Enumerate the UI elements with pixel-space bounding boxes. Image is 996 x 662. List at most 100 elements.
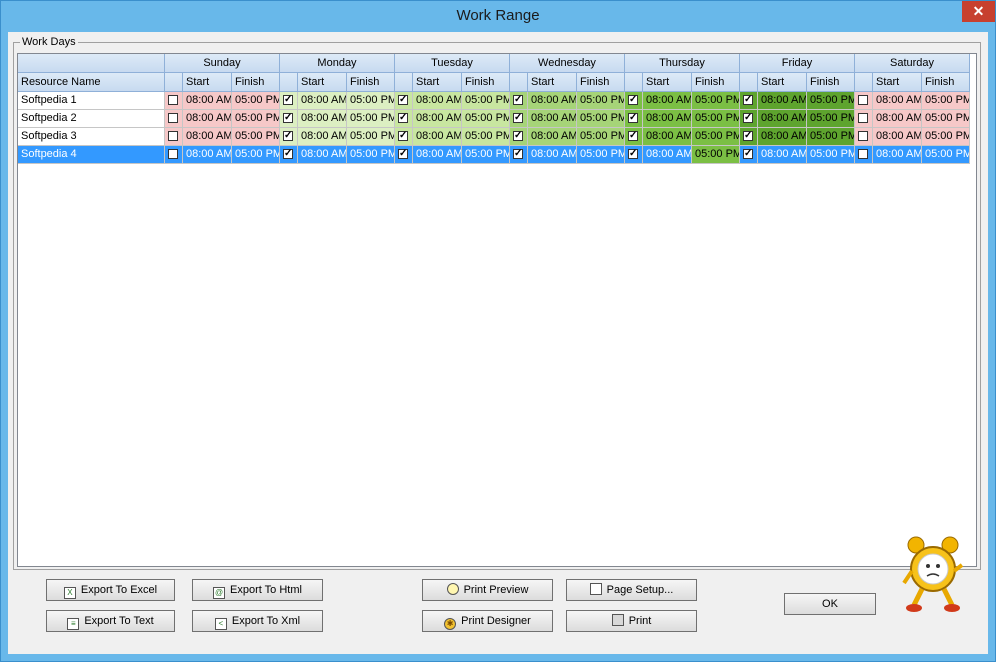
day-enabled-checkbox[interactable]: ✓ <box>628 149 638 159</box>
day-enabled-checkbox[interactable] <box>168 113 178 123</box>
start-column-header[interactable]: Start <box>413 73 462 92</box>
finish-time-cell[interactable]: 05:00 PM <box>692 110 740 128</box>
start-time-cell[interactable]: 08:00 AM <box>758 146 807 164</box>
finish-time-cell[interactable]: 05:00 PM <box>692 146 740 164</box>
start-time-cell[interactable]: 08:00 AM <box>413 92 462 110</box>
day-enabled-checkbox[interactable]: ✓ <box>283 113 293 123</box>
ok-button[interactable]: OK <box>784 593 876 615</box>
start-time-cell[interactable]: 08:00 AM <box>183 92 232 110</box>
finish-time-cell[interactable]: 05:00 PM <box>232 110 280 128</box>
day-enabled-checkbox[interactable] <box>858 113 868 123</box>
day-enabled-checkbox[interactable]: ✓ <box>743 113 753 123</box>
finish-time-cell[interactable]: 05:00 PM <box>462 128 510 146</box>
finish-time-cell[interactable]: 05:00 PM <box>577 110 625 128</box>
export-to-html-button[interactable]: @ Export To Html <box>192 579 323 601</box>
finish-time-cell[interactable]: 05:00 PM <box>922 128 970 146</box>
start-time-cell[interactable]: 08:00 AM <box>298 146 347 164</box>
start-time-cell[interactable]: 08:00 AM <box>873 110 922 128</box>
day-enabled-checkbox[interactable]: ✓ <box>283 95 293 105</box>
day-header-tuesday[interactable]: Tuesday <box>395 54 510 73</box>
start-time-cell[interactable]: 08:00 AM <box>298 110 347 128</box>
finish-time-cell[interactable]: 05:00 PM <box>922 92 970 110</box>
finish-time-cell[interactable]: 05:00 PM <box>922 146 970 164</box>
print-preview-button[interactable]: Print Preview <box>422 579 553 601</box>
day-enabled-checkbox[interactable]: ✓ <box>398 113 408 123</box>
finish-time-cell[interactable]: 05:00 PM <box>232 92 280 110</box>
start-time-cell[interactable]: 08:00 AM <box>528 110 577 128</box>
finish-time-cell[interactable]: 05:00 PM <box>462 92 510 110</box>
resource-name-cell[interactable]: Softpedia 2 <box>18 110 165 128</box>
day-header-monday[interactable]: Monday <box>280 54 395 73</box>
table-row[interactable]: Softpedia 4 08:00 AM 05:00 PM ✓ 08:00 AM 05:0… <box>18 146 976 164</box>
day-enabled-checkbox[interactable]: ✓ <box>513 95 523 105</box>
finish-time-cell[interactable]: 05:00 PM <box>807 110 855 128</box>
day-enabled-checkbox[interactable] <box>858 149 868 159</box>
start-time-cell[interactable]: 08:00 AM <box>758 128 807 146</box>
start-time-cell[interactable]: 08:00 AM <box>643 92 692 110</box>
finish-time-cell[interactable]: 05:00 PM <box>347 92 395 110</box>
resource-name-header[interactable]: Resource Name <box>18 73 165 92</box>
finish-time-cell[interactable]: 05:00 PM <box>232 146 280 164</box>
day-enabled-checkbox[interactable]: ✓ <box>743 95 753 105</box>
export-to-text-button[interactable]: ≡ Export To Text <box>46 610 175 632</box>
day-header-sunday[interactable]: Sunday <box>165 54 280 73</box>
finish-time-cell[interactable]: 05:00 PM <box>347 128 395 146</box>
day-enabled-checkbox[interactable] <box>168 95 178 105</box>
day-enabled-checkbox[interactable]: ✓ <box>513 131 523 141</box>
day-header-thursday[interactable]: Thursday <box>625 54 740 73</box>
start-time-cell[interactable]: 08:00 AM <box>758 92 807 110</box>
finish-column-header[interactable]: Finish <box>347 73 395 92</box>
day-enabled-checkbox[interactable] <box>858 131 868 141</box>
finish-time-cell[interactable]: 05:00 PM <box>807 146 855 164</box>
finish-time-cell[interactable]: 05:00 PM <box>577 92 625 110</box>
export-to-excel-button[interactable]: X Export To Excel <box>46 579 175 601</box>
finish-time-cell[interactable]: 05:00 PM <box>347 146 395 164</box>
finish-time-cell[interactable]: 05:00 PM <box>807 92 855 110</box>
start-column-header[interactable]: Start <box>298 73 347 92</box>
start-column-header[interactable]: Start <box>528 73 577 92</box>
day-enabled-checkbox[interactable]: ✓ <box>398 131 408 141</box>
start-time-cell[interactable]: 08:00 AM <box>873 146 922 164</box>
finish-time-cell[interactable]: 05:00 PM <box>462 110 510 128</box>
day-enabled-checkbox[interactable] <box>168 131 178 141</box>
start-time-cell[interactable]: 08:00 AM <box>528 146 577 164</box>
day-enabled-checkbox[interactable]: ✓ <box>283 149 293 159</box>
day-enabled-checkbox[interactable]: ✓ <box>743 149 753 159</box>
resource-name-cell[interactable]: Softpedia 3 <box>18 128 165 146</box>
start-time-cell[interactable]: 08:00 AM <box>643 110 692 128</box>
day-enabled-checkbox[interactable]: ✓ <box>628 113 638 123</box>
table-row[interactable]: Softpedia 3 08:00 AM 05:00 PM ✓ 08:00 AM 05:0… <box>18 128 976 146</box>
day-enabled-checkbox[interactable]: ✓ <box>513 149 523 159</box>
start-column-header[interactable]: Start <box>183 73 232 92</box>
finish-column-header[interactable]: Finish <box>462 73 510 92</box>
day-enabled-checkbox[interactable]: ✓ <box>398 149 408 159</box>
day-enabled-checkbox[interactable]: ✓ <box>513 113 523 123</box>
table-row[interactable]: Softpedia 2 08:00 AM 05:00 PM ✓ 08:00 AM 05:0… <box>18 110 976 128</box>
finish-column-header[interactable]: Finish <box>922 73 970 92</box>
day-enabled-checkbox[interactable]: ✓ <box>283 131 293 141</box>
start-time-cell[interactable]: 08:00 AM <box>528 128 577 146</box>
day-header-wednesday[interactable]: Wednesday <box>510 54 625 73</box>
finish-column-header[interactable]: Finish <box>807 73 855 92</box>
start-time-cell[interactable]: 08:00 AM <box>183 110 232 128</box>
finish-time-cell[interactable]: 05:00 PM <box>922 110 970 128</box>
day-enabled-checkbox[interactable]: ✓ <box>628 131 638 141</box>
day-header-friday[interactable]: Friday <box>740 54 855 73</box>
start-time-cell[interactable]: 08:00 AM <box>183 128 232 146</box>
finish-time-cell[interactable]: 05:00 PM <box>807 128 855 146</box>
resource-name-cell[interactable]: Softpedia 1 <box>18 92 165 110</box>
start-column-header[interactable]: Start <box>758 73 807 92</box>
export-to-xml-button[interactable]: < Export To Xml <box>192 610 323 632</box>
work-days-grid[interactable]: Sunday Monday Tuesday Wednesday Thursday Frid… <box>17 53 977 567</box>
start-column-header[interactable]: Start <box>873 73 922 92</box>
start-time-cell[interactable]: 08:00 AM <box>758 110 807 128</box>
start-time-cell[interactable]: 08:00 AM <box>413 128 462 146</box>
start-column-header[interactable]: Start <box>643 73 692 92</box>
start-time-cell[interactable]: 08:00 AM <box>643 146 692 164</box>
start-time-cell[interactable]: 08:00 AM <box>183 146 232 164</box>
page-setup-button[interactable]: Page Setup... <box>566 579 697 601</box>
finish-column-header[interactable]: Finish <box>692 73 740 92</box>
start-time-cell[interactable]: 08:00 AM <box>873 92 922 110</box>
finish-column-header[interactable]: Finish <box>232 73 280 92</box>
start-time-cell[interactable]: 08:00 AM <box>528 92 577 110</box>
